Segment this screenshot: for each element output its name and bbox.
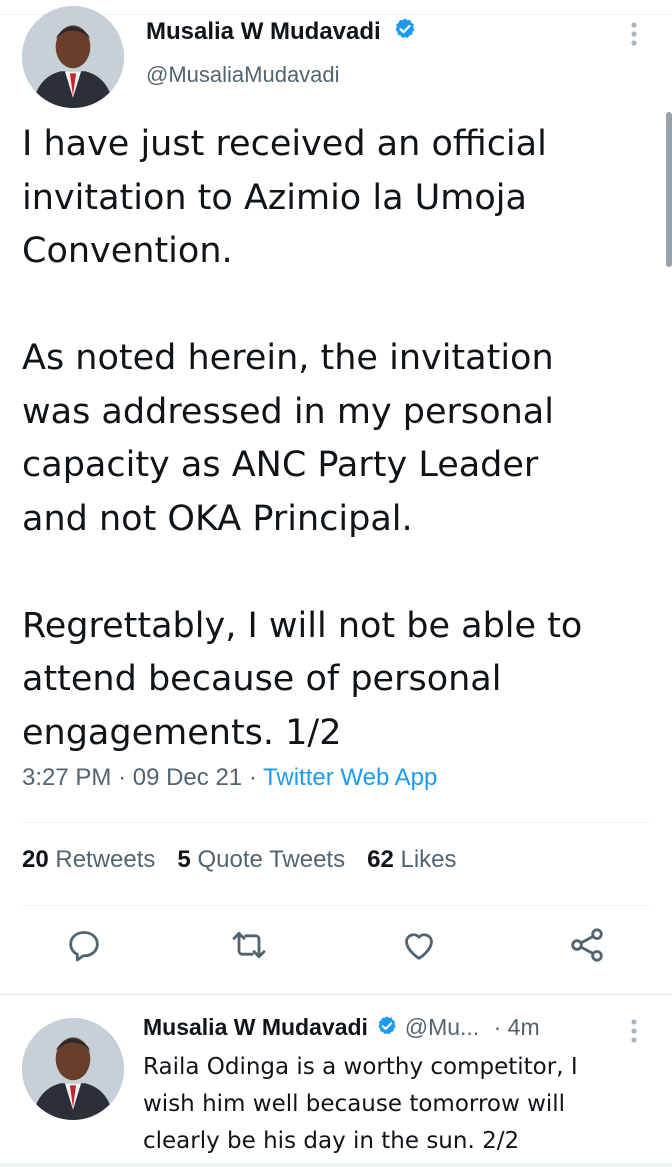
avatar-image [22, 1018, 124, 1120]
author-handle[interactable]: @MusaliaMudavadi [146, 62, 340, 88]
retweet-icon[interactable] [229, 925, 269, 965]
quote-tweets-stat[interactable]: 5 Quote Tweets [177, 846, 345, 874]
divider [22, 822, 650, 823]
reply-author-handle[interactable]: @Mu... [405, 1014, 479, 1040]
quotes-label: Quote Tweets [197, 846, 346, 873]
reply-time[interactable]: 4m [508, 1014, 540, 1040]
author-avatar[interactable] [22, 6, 124, 108]
reply-author-name[interactable]: Musalia W Mudavadi [143, 1014, 368, 1040]
more-vertical-icon[interactable] [628, 1017, 640, 1049]
divider [0, 1163, 672, 1167]
tweet-meta: 3:27 PM · 09 Dec 21 · Twitter Web App [22, 764, 437, 792]
tweet-source-link[interactable]: Twitter Web App [263, 764, 437, 791]
verified-badge-icon [393, 17, 417, 48]
tweet-time[interactable]: 3:27 PM [22, 764, 111, 791]
reply-separator: · [493, 1014, 502, 1040]
thread-divider [0, 993, 672, 996]
reply-author-avatar[interactable] [22, 1018, 124, 1120]
retweets-stat[interactable]: 20 Retweets [22, 846, 155, 874]
author-name[interactable]: Musalia W Mudavadi [146, 17, 417, 48]
reply-header: Musalia W Mudavadi @Mu... · 4m [143, 1014, 540, 1043]
action-bar [0, 925, 672, 975]
retweets-count: 20 [22, 846, 49, 873]
tweet-stats: 20 Retweets 5 Quote Tweets 62 Likes [22, 846, 457, 874]
heart-icon[interactable] [399, 925, 439, 965]
tweet-date[interactable]: 09 Dec 21 [133, 764, 242, 791]
likes-count: 62 [367, 846, 394, 873]
more-vertical-icon[interactable] [628, 20, 640, 52]
reply-icon[interactable] [64, 925, 104, 965]
reply-text: Raila Odinga is a worthy competitor, I w… [143, 1054, 578, 1154]
avatar-image [22, 6, 124, 108]
likes-stat[interactable]: 62 Likes [367, 846, 456, 874]
quotes-count: 5 [177, 846, 191, 873]
share-icon[interactable] [567, 925, 607, 965]
divider [22, 905, 650, 906]
likes-label: Likes [400, 846, 457, 873]
author-name-text: Musalia W Mudavadi [146, 17, 381, 45]
tweet-text: I have just received an official invitat… [22, 124, 583, 753]
meta-separator: · [248, 764, 257, 791]
retweets-label: Retweets [55, 846, 156, 873]
meta-separator: · [118, 764, 127, 791]
scrollbar[interactable] [666, 112, 672, 267]
verified-badge-icon [376, 1015, 398, 1043]
